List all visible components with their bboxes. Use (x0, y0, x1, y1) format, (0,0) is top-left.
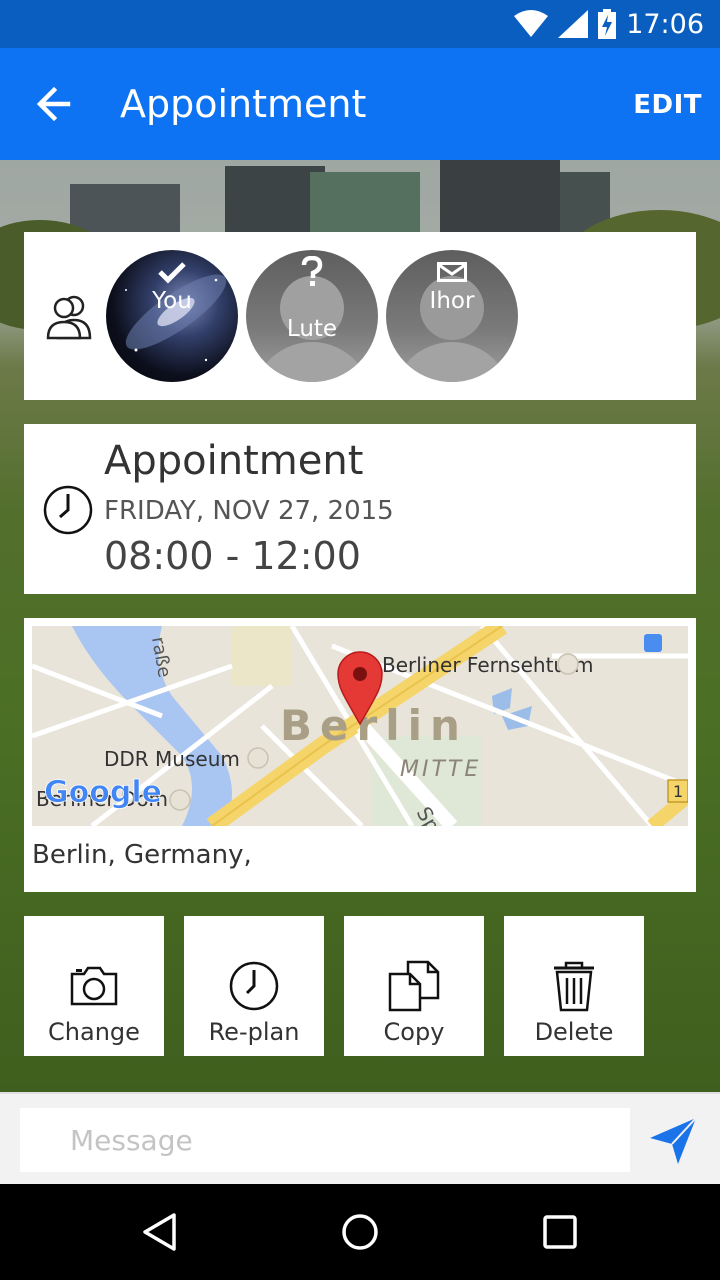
participant-avatar-lute[interactable]: Lute (246, 250, 378, 382)
copy-icon (388, 960, 440, 1012)
location-card[interactable]: raße Berliner Fernsehturm Berlin MITTE D… (24, 618, 696, 892)
clock-icon (229, 961, 279, 1011)
camera-icon (70, 966, 118, 1006)
question-icon (301, 256, 323, 286)
page-title: Appointment (120, 82, 367, 126)
participant-name: You (152, 288, 192, 314)
appointment-date: FRIDAY, NOV 27, 2015 (104, 496, 394, 526)
clock-icon (43, 485, 93, 535)
envelope-icon (437, 262, 467, 282)
map-city-label: Berlin (280, 701, 468, 750)
appointment-time-range: 08:00 - 12:00 (104, 534, 361, 578)
people-icon (46, 295, 92, 340)
change-button[interactable]: Change (24, 916, 164, 1056)
map-poi-label: DDR Museum (104, 747, 240, 771)
trash-icon (554, 961, 594, 1012)
check-icon (158, 262, 186, 284)
appointment-title: Appointment (104, 438, 364, 484)
participant-name: Ihor (429, 288, 475, 314)
app-bar: Appointment EDIT (0, 48, 720, 160)
clock-time: 17:06 (626, 8, 704, 40)
copy-button[interactable]: Copy (344, 916, 484, 1056)
map-route-number: 1 (673, 782, 683, 801)
wifi-icon (514, 10, 549, 37)
recents-square-icon[interactable] (540, 1212, 580, 1252)
edit-button[interactable]: EDIT (633, 90, 702, 120)
back-triangle-icon[interactable] (140, 1212, 180, 1252)
message-bar (0, 1092, 720, 1184)
battery-charging-icon (598, 9, 617, 39)
re-plan-button-label: Re-plan (208, 1018, 300, 1046)
participant-avatar-you[interactable]: You (106, 250, 238, 382)
status-bar: 17:06 (0, 0, 720, 48)
participant-avatar-ihor[interactable]: Ihor (386, 250, 518, 382)
arrow-back-icon[interactable] (32, 82, 80, 126)
delete-button-label: Delete (534, 1018, 614, 1046)
signal-icon (558, 10, 589, 38)
location-map[interactable]: raße Berliner Fernsehturm Berlin MITTE D… (32, 626, 688, 826)
map-district-label: MITTE (400, 757, 481, 782)
message-input[interactable] (20, 1108, 630, 1172)
navigation-bar (0, 1184, 720, 1280)
map-provider-logo: Google (44, 775, 162, 810)
delete-button[interactable]: Delete (504, 916, 644, 1056)
re-plan-button[interactable]: Re-plan (184, 916, 324, 1056)
appointment-details-card[interactable]: Appointment FRIDAY, NOV 27, 2015 08:00 -… (24, 424, 696, 594)
change-button-label: Change (48, 1018, 140, 1046)
send-icon[interactable] (648, 1116, 698, 1166)
copy-button-label: Copy (383, 1018, 445, 1046)
participants-card: You Lute Ihor (24, 232, 696, 400)
location-address: Berlin, Germany, (32, 840, 252, 870)
home-circle-icon[interactable] (340, 1212, 380, 1252)
participant-name: Lute (286, 316, 338, 342)
